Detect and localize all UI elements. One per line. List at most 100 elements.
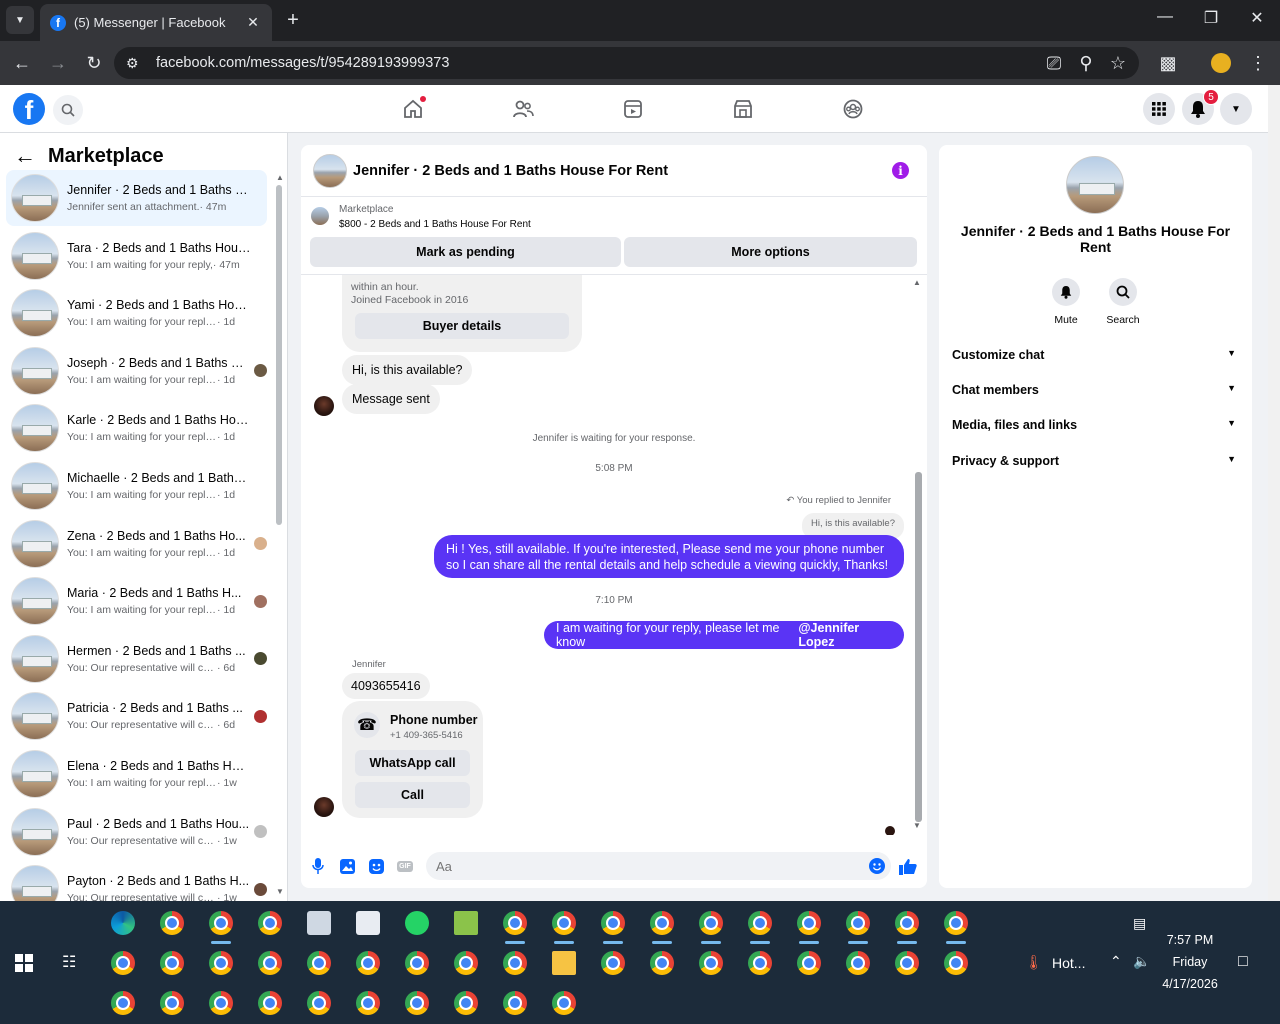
tab-search-button[interactable]: ▼ bbox=[6, 6, 34, 34]
listing-title[interactable]: $800 - 2 Beds and 1 Baths House For Rent bbox=[339, 219, 531, 230]
chrome-icon[interactable] bbox=[552, 991, 576, 1015]
media-files-links-section[interactable]: Media, files and links ▼ bbox=[952, 418, 1239, 432]
edge-icon[interactable] bbox=[111, 911, 135, 935]
notification-center-icon[interactable]: □ bbox=[1238, 953, 1248, 971]
conversation-item[interactable]: Michaelle · 2 Beds and 1 Baths ... You: I… bbox=[6, 458, 267, 514]
conversation-item[interactable]: Maria · 2 Beds and 1 Baths H... You: I am… bbox=[6, 573, 267, 629]
marketplace-icon[interactable] bbox=[731, 97, 755, 121]
thumbs-up-icon[interactable] bbox=[899, 857, 917, 875]
chrome-icon[interactable] bbox=[307, 991, 331, 1015]
close-window-button[interactable]: ✕ bbox=[1242, 8, 1272, 28]
address-bar[interactable]: ⚙ facebook.com/messages/t/95428919399937… bbox=[114, 47, 1139, 79]
reload-button[interactable]: ↻ bbox=[82, 51, 106, 75]
conversation-item[interactable]: Payton · 2 Beds and 1 Baths H... You: Our… bbox=[6, 861, 267, 901]
chrome-icon[interactable] bbox=[258, 911, 282, 935]
buyer-details-button[interactable]: Buyer details bbox=[355, 313, 569, 339]
close-tab-icon[interactable]: ✕ bbox=[244, 14, 262, 31]
chrome-icon[interactable] bbox=[846, 911, 870, 935]
chrome-icon[interactable] bbox=[209, 991, 233, 1015]
forward-button[interactable]: → bbox=[46, 51, 70, 75]
system-clock[interactable]: 7:57 PM Friday 4/17/2026 bbox=[1150, 929, 1230, 995]
conversation-item[interactable]: Yami · 2 Beds and 1 Baths Hous... You: I … bbox=[6, 285, 267, 341]
chat-scrollbar[interactable] bbox=[915, 472, 922, 822]
chrome-icon[interactable] bbox=[895, 911, 919, 935]
chrome-icon[interactable] bbox=[748, 911, 772, 935]
chrome-icon[interactable] bbox=[258, 991, 282, 1015]
new-tab-button[interactable]: + bbox=[282, 9, 304, 32]
back-button[interactable]: ← bbox=[10, 51, 34, 75]
chrome-icon[interactable] bbox=[356, 991, 380, 1015]
chat-scroll-up-arrow[interactable]: ▲ bbox=[913, 278, 921, 287]
whatsapp-icon[interactable] bbox=[405, 911, 429, 935]
chrome-icon[interactable] bbox=[601, 911, 625, 935]
account-menu-button[interactable]: ▼ bbox=[1220, 93, 1252, 125]
chrome-icon[interactable] bbox=[258, 951, 282, 975]
chrome-icon[interactable] bbox=[160, 951, 184, 975]
info-icon[interactable]: i bbox=[892, 162, 909, 179]
minimize-button[interactable]: — bbox=[1150, 8, 1180, 26]
search-in-chat-button[interactable]: Search bbox=[1093, 278, 1153, 326]
chrome-icon[interactable] bbox=[307, 951, 331, 975]
weather-text[interactable]: Hot... bbox=[1052, 955, 1085, 971]
back-arrow-icon[interactable]: ← bbox=[14, 143, 36, 169]
whatsapp-call-button[interactable]: WhatsApp call bbox=[355, 750, 470, 776]
task-view-icon[interactable]: ☷ bbox=[62, 952, 76, 972]
bookmark-star-icon[interactable]: ☆ bbox=[1106, 51, 1130, 75]
chat-scroll-down-arrow[interactable]: ▼ bbox=[913, 821, 921, 830]
install-app-icon[interactable]: ⎚ bbox=[1042, 51, 1066, 75]
emoji-icon[interactable] bbox=[868, 857, 886, 875]
zoom-icon[interactable]: ⚲ bbox=[1074, 51, 1098, 75]
chrome-icon[interactable] bbox=[503, 951, 527, 975]
friends-icon[interactable] bbox=[511, 97, 535, 121]
conversation-item[interactable]: Patricia · 2 Beds and 1 Baths ... You: Ou… bbox=[6, 688, 267, 744]
mention-link[interactable]: @Jennifer Lopez bbox=[798, 621, 892, 649]
conversation-item[interactable]: Hermen · 2 Beds and 1 Baths ... You: Our … bbox=[6, 631, 267, 687]
conversation-item[interactable]: Karle · 2 Beds and 1 Baths Hous... You: I… bbox=[6, 400, 267, 456]
app-icon[interactable] bbox=[356, 911, 380, 935]
chrome-icon[interactable] bbox=[650, 911, 674, 935]
site-info-icon[interactable]: ⚙ bbox=[126, 55, 150, 72]
groups-icon[interactable] bbox=[841, 97, 865, 121]
volume-icon[interactable]: 🔈 bbox=[1133, 953, 1150, 970]
chrome-icon[interactable] bbox=[405, 951, 429, 975]
chrome-icon[interactable] bbox=[503, 911, 527, 935]
chrome-icon[interactable] bbox=[111, 951, 135, 975]
file-explorer-icon[interactable] bbox=[552, 951, 576, 975]
video-icon[interactable] bbox=[621, 97, 645, 121]
chrome-icon[interactable] bbox=[944, 911, 968, 935]
chat-members-section[interactable]: Chat members ▼ bbox=[952, 383, 1239, 397]
weather-icon[interactable]: 🌡 bbox=[1025, 954, 1043, 971]
mark-as-pending-button[interactable]: Mark as pending bbox=[310, 237, 621, 267]
conversation-item[interactable]: Joseph · 2 Beds and 1 Baths H... You: I a… bbox=[6, 343, 267, 399]
chrome-icon[interactable] bbox=[797, 951, 821, 975]
search-icon[interactable] bbox=[53, 95, 83, 125]
microphone-icon[interactable] bbox=[309, 857, 327, 875]
sticker-icon[interactable] bbox=[367, 857, 385, 875]
customize-chat-section[interactable]: Customize chat ▼ bbox=[952, 348, 1239, 362]
call-button[interactable]: Call bbox=[355, 782, 470, 808]
chrome-icon[interactable] bbox=[944, 951, 968, 975]
gif-icon[interactable]: GIF bbox=[396, 857, 414, 875]
chrome-icon[interactable] bbox=[454, 991, 478, 1015]
page-scrollbar[interactable] bbox=[1268, 85, 1280, 901]
chrome-icon[interactable] bbox=[454, 951, 478, 975]
conversation-item[interactable]: Tara · 2 Beds and 1 Baths House... You: I… bbox=[6, 228, 267, 284]
chrome-icon[interactable] bbox=[699, 911, 723, 935]
chat-title[interactable]: Jennifer · 2 Beds and 1 Baths House For … bbox=[353, 163, 668, 179]
chrome-icon[interactable] bbox=[111, 991, 135, 1015]
chrome-menu-icon[interactable]: ⋮ bbox=[1246, 51, 1270, 75]
chrome-icon[interactable] bbox=[895, 951, 919, 975]
photo-icon[interactable] bbox=[338, 857, 356, 875]
show-hidden-icons[interactable]: ⌃ bbox=[1110, 953, 1122, 970]
windows-start-icon[interactable] bbox=[15, 954, 33, 977]
mute-button[interactable]: Mute bbox=[1036, 278, 1096, 326]
conversation-item[interactable]: Elena · 2 Beds and 1 Baths Hous... You: I… bbox=[6, 746, 267, 802]
sidebar-scrollbar[interactable] bbox=[276, 185, 282, 525]
notepad-icon[interactable] bbox=[454, 911, 478, 935]
privacy-support-section[interactable]: Privacy & support ▼ bbox=[952, 454, 1239, 468]
chrome-icon[interactable] bbox=[748, 951, 772, 975]
profile-avatar-large[interactable] bbox=[1066, 156, 1124, 214]
restore-button[interactable]: ❐ bbox=[1196, 8, 1226, 28]
conversation-item[interactable]: Jennifer · 2 Beds and 1 Baths Ho... Jenni… bbox=[6, 170, 267, 226]
chrome-icon[interactable] bbox=[160, 991, 184, 1015]
